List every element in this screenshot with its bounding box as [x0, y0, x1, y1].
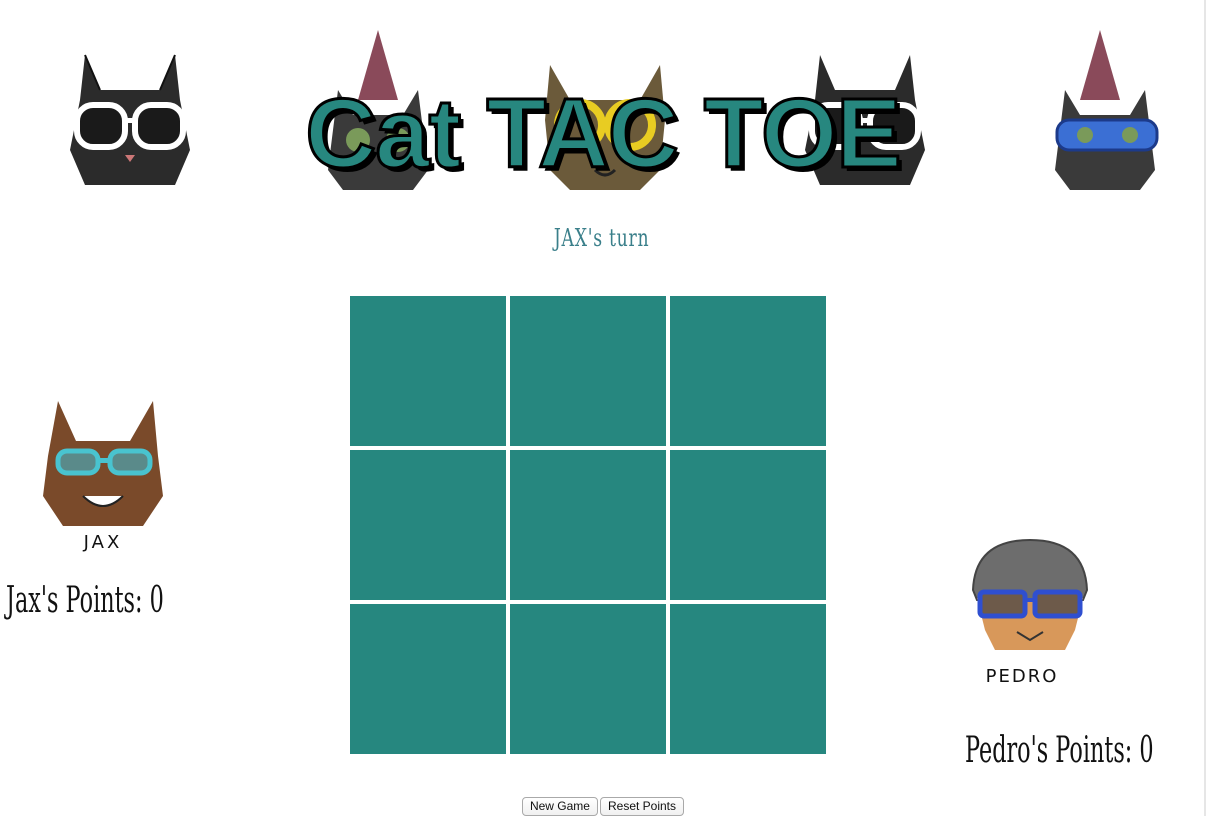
- board-cell-5[interactable]: [510, 450, 666, 600]
- board-cell-7[interactable]: [350, 604, 506, 754]
- cat-jax-goggles-icon: JAX: [28, 396, 178, 556]
- board-cell-2[interactable]: [510, 296, 666, 446]
- jax-name-label: JAX: [83, 532, 123, 553]
- board-cell-4[interactable]: [350, 450, 506, 600]
- pedro-name-label: PEDRO: [986, 666, 1059, 687]
- game-page: Cat TAC TOE JAX's turn JAX Jax's Points:…: [0, 0, 1206, 816]
- board-cell-9[interactable]: [670, 604, 826, 754]
- board-cell-8[interactable]: [510, 604, 666, 754]
- new-game-button[interactable]: New Game: [521, 797, 598, 816]
- pedro-points: Pedro's Points: 0: [965, 730, 1154, 771]
- board-cell-6[interactable]: [670, 450, 826, 600]
- reset-points-button[interactable]: Reset Points: [599, 797, 685, 816]
- board-cell-1[interactable]: [350, 296, 506, 446]
- jax-points: Jax's Points: 0: [6, 580, 164, 621]
- game-title: Cat TAC TOE: [304, 77, 903, 190]
- game-board: [350, 296, 826, 756]
- turn-indicator: JAX's turn: [553, 224, 650, 252]
- cat-pedro-beanie-icon: PEDRO: [955, 530, 1105, 690]
- button-row: New Game Reset Points: [0, 797, 1206, 816]
- board-cell-3[interactable]: [670, 296, 826, 446]
